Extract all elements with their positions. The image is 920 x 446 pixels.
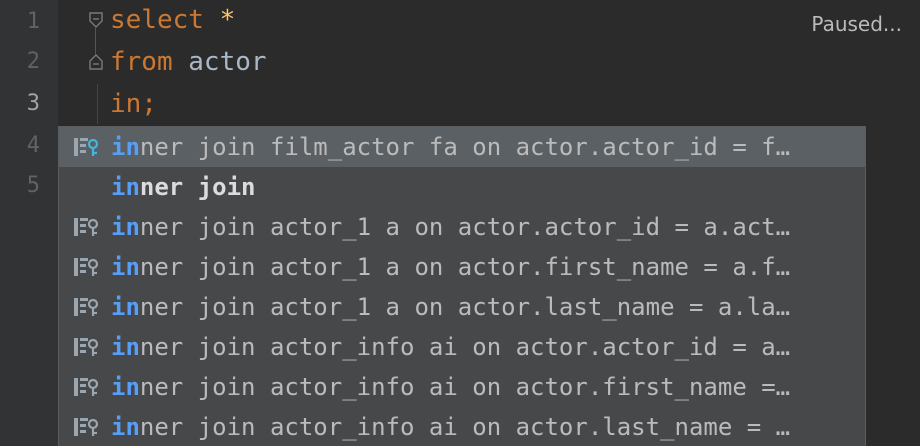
completion-text: ner join actor_info ai on actor.first_na… [139, 373, 791, 401]
completion-item[interactable]: inner join [59, 167, 865, 207]
table-key-icon [74, 218, 99, 236]
table-key-icon [74, 298, 99, 316]
completion-match: in [111, 253, 140, 281]
fold-connector [95, 28, 96, 54]
sql-editor[interactable]: 1 2 3 4 5 select * from actor in; Paused… [0, 0, 920, 446]
line-number: 5 [26, 173, 40, 198]
indent-guide [97, 84, 98, 124]
typed-text: in; [110, 89, 157, 119]
code-line-1[interactable]: select * [110, 0, 235, 40]
completion-text: ner join [139, 173, 256, 201]
completion-text: ner join actor_1 a on actor.actor_id = a… [139, 213, 791, 241]
completion-item[interactable]: inner join actor_1 a on actor.actor_id =… [59, 207, 865, 247]
completion-item[interactable]: inner join actor_1 a on actor.last_name … [59, 287, 865, 327]
completion-match: in [111, 373, 140, 401]
code-line-3[interactable]: in; [110, 84, 157, 124]
completion-item[interactable]: inner join actor_1 a on actor.first_name… [59, 247, 865, 287]
completion-match: in [111, 413, 140, 441]
table-key-icon [74, 418, 99, 436]
completion-item[interactable]: inner join actor_info ai on actor.last_n… [59, 407, 865, 446]
table-key-icon [74, 338, 99, 356]
completion-text: ner join actor_info ai on actor.actor_id… [139, 333, 791, 361]
completion-item[interactable]: inner join film_actor fa on actor.actor_… [59, 127, 865, 167]
keyword-from: from [110, 47, 173, 77]
line-number: 4 [26, 133, 40, 158]
line-number-current: 3 [26, 91, 40, 116]
completion-match: in [111, 333, 140, 361]
code-line-2[interactable]: from actor [110, 42, 267, 82]
completion-text: ner join film_actor fa on actor.actor_id… [139, 133, 791, 161]
code-completion-popup[interactable]: inner join film_actor fa on actor.actor_… [58, 126, 866, 446]
fold-end-icon[interactable] [88, 54, 104, 70]
fold-collapse-icon[interactable] [88, 12, 104, 28]
line-number-gutter: 1 2 3 4 5 [0, 0, 58, 446]
table-identifier: actor [188, 47, 267, 77]
completion-item[interactable]: inner join actor_info ai on actor.actor_… [59, 327, 865, 367]
table-key-icon [74, 138, 99, 156]
completion-text: ner join actor_info ai on actor.last_nam… [139, 413, 791, 441]
completion-item[interactable]: inner join actor_info ai on actor.first_… [59, 367, 865, 407]
completion-text: ner join actor_1 a on actor.last_name = … [139, 293, 791, 321]
completion-match: in [111, 293, 140, 321]
status-text: Paused... [811, 12, 902, 36]
table-key-icon [74, 258, 99, 276]
table-key-icon [74, 378, 99, 396]
select-star: * [219, 5, 236, 35]
completion-text: ner join actor_1 a on actor.first_name =… [139, 253, 791, 281]
completion-match: in [111, 133, 140, 161]
completion-match: in [111, 173, 140, 201]
line-number: 2 [26, 49, 40, 74]
keyword-select: select [110, 5, 204, 35]
line-number: 1 [26, 9, 40, 34]
completion-match: in [111, 213, 140, 241]
